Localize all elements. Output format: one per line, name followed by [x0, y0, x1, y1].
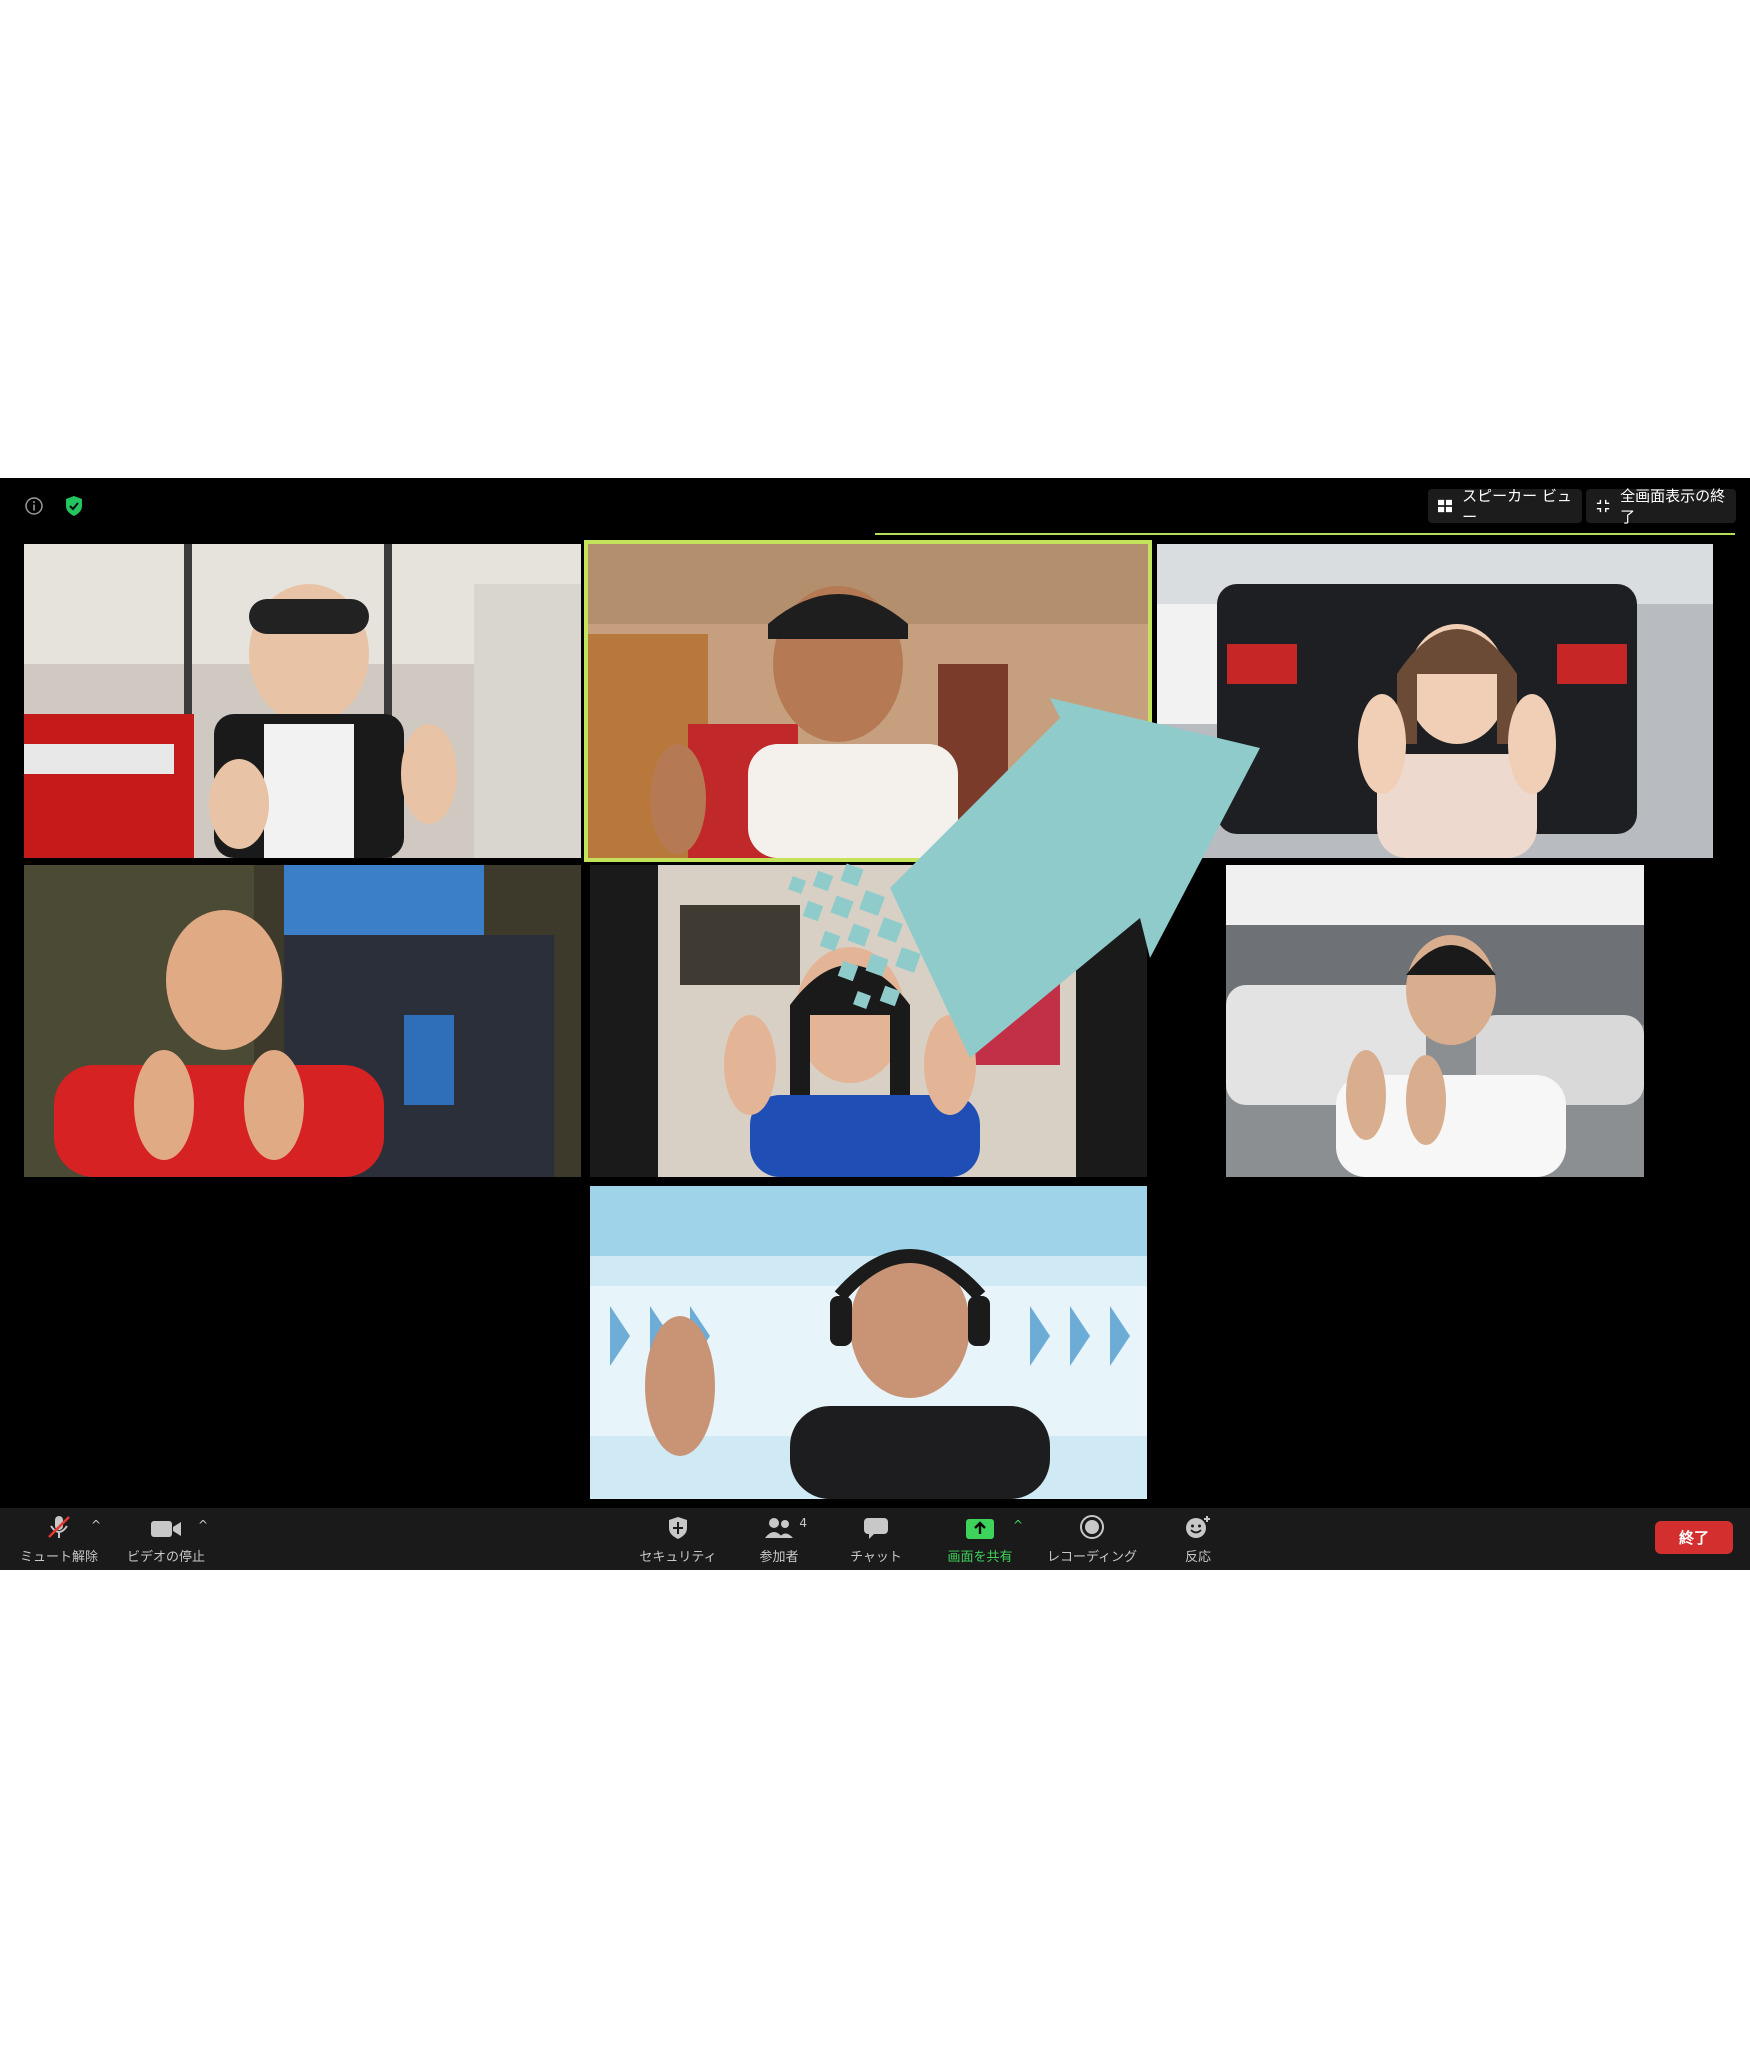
participants-count: 4	[799, 1516, 807, 1530]
speaker-view-label: スピーカー ビュー	[1462, 487, 1572, 526]
share-screen-label: 画面を共有	[947, 1550, 1013, 1565]
record-button[interactable]: レコーディング	[1037, 1512, 1147, 1565]
chat-label: チャット	[850, 1550, 902, 1565]
audio-options-caret-icon[interactable]: ^	[91, 1518, 101, 1532]
info-icon[interactable]	[23, 495, 45, 517]
reactions-label: 反応	[1184, 1550, 1211, 1565]
video-tile-participant-7[interactable]	[590, 1186, 1147, 1499]
video-options-caret-icon[interactable]: ^	[198, 1518, 208, 1532]
record-icon	[1079, 1512, 1105, 1540]
reactions-smiley-icon	[1184, 1512, 1212, 1540]
grid-icon	[1438, 499, 1453, 513]
active-speaker-indicator	[875, 533, 1735, 535]
meeting-toolbar: ミュート解除 ^ ビデオの停止 ^ セキュリティ 4 参加者 チャット 画面を共…	[0, 1508, 1750, 1570]
security-label: セキュリティ	[639, 1550, 717, 1565]
video-tile-participant-2-active-speaker[interactable]	[584, 540, 1152, 862]
video-tile-participant-5[interactable]	[590, 865, 1147, 1177]
share-options-caret-icon[interactable]: ^	[1013, 1518, 1023, 1532]
video-tile-participant-4[interactable]	[24, 865, 581, 1177]
encryption-shield-icon[interactable]	[63, 495, 85, 517]
exit-fullscreen-label: 全画面表示の終了	[1620, 487, 1726, 526]
share-screen-icon	[965, 1512, 995, 1540]
top-bar: スピーカー ビュー 全画面表示の終了	[0, 478, 1750, 536]
end-meeting-button[interactable]: 終了	[1655, 1521, 1733, 1554]
participants-label: 参加者	[759, 1550, 799, 1565]
record-label: レコーディング	[1046, 1550, 1138, 1565]
chat-bubble-icon	[862, 1512, 890, 1540]
participants-icon: 4	[763, 1512, 807, 1540]
security-shield-icon	[667, 1512, 689, 1540]
chat-button[interactable]: チャット	[821, 1512, 931, 1565]
stop-video-label: ビデオの停止	[126, 1550, 205, 1565]
video-camera-icon	[150, 1512, 182, 1540]
video-tile-participant-6[interactable]	[1226, 865, 1644, 1177]
speaker-view-button[interactable]: スピーカー ビュー	[1428, 487, 1582, 526]
security-button[interactable]: セキュリティ	[623, 1512, 733, 1565]
participants-button[interactable]: 4 参加者	[724, 1512, 834, 1565]
collapse-icon	[1596, 499, 1610, 513]
muted-microphone-icon	[46, 1512, 72, 1540]
unmute-label: ミュート解除	[19, 1550, 98, 1565]
video-tile-participant-3[interactable]	[1157, 544, 1713, 858]
reactions-button[interactable]: 反応	[1143, 1512, 1253, 1565]
video-tile-participant-1[interactable]	[24, 544, 581, 858]
zoom-meeting-window: スピーカー ビュー 全画面表示の終了 ミュート解除 ^ ビデオの停止 ^ セキュ…	[0, 478, 1750, 1570]
exit-fullscreen-button[interactable]: 全画面表示の終了	[1586, 487, 1736, 526]
